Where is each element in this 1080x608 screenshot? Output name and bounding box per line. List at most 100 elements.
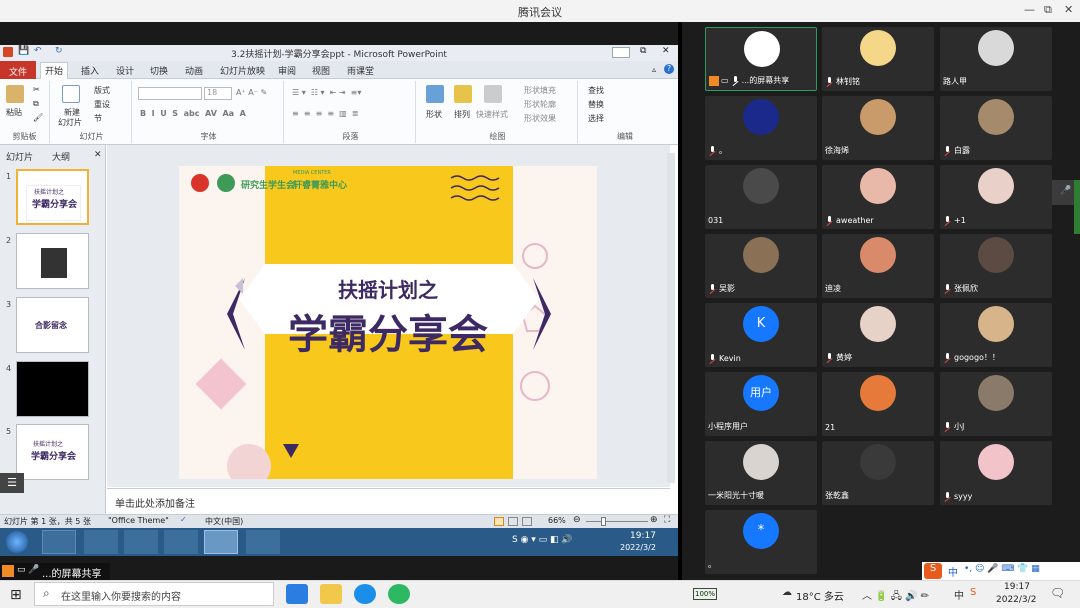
participant-tile[interactable]: 白露: [940, 96, 1052, 160]
find-button[interactable]: 查找: [588, 85, 604, 96]
tray-icons[interactable]: S ◉ ▾ ▭ ◧ 🔊: [512, 535, 573, 545]
app-icon-blue[interactable]: [354, 584, 376, 604]
reset-button[interactable]: 重设: [94, 99, 110, 110]
quick-style-icon[interactable]: [484, 85, 502, 103]
section-button[interactable]: 节: [94, 113, 102, 124]
font-size-select[interactable]: 18: [204, 87, 232, 100]
vertical-scrollbar[interactable]: [667, 153, 675, 483]
taskbar-search[interactable]: ⌕ 在这里输入你要搜索的内容: [34, 582, 274, 606]
replace-button[interactable]: 替换: [588, 99, 604, 110]
tab-file[interactable]: 文件: [0, 61, 36, 79]
clock-date[interactable]: 2022/3/2: [996, 595, 1036, 605]
meeting-taskbar-icon[interactable]: [246, 530, 280, 554]
tray-icons[interactable]: ︿ 🔋 🖧 🔊 ✏: [862, 587, 929, 606]
participant-tile[interactable]: +1: [940, 165, 1052, 229]
select-button[interactable]: 选择: [588, 113, 604, 124]
meeting-app-icon[interactable]: [286, 584, 308, 604]
spellcheck-icon[interactable]: ✓: [180, 515, 187, 524]
font-style-buttons[interactable]: B I U S abc AV Aa A: [140, 109, 246, 118]
explorer-taskbar-icon[interactable]: [84, 530, 118, 554]
participant-tile[interactable]: ▭ ...的屏幕共享: [705, 27, 817, 91]
participant-tile[interactable]: syyy: [940, 441, 1052, 505]
battery-indicator[interactable]: 100%: [693, 588, 717, 600]
participant-tile[interactable]: aweather: [822, 165, 934, 229]
windows-start-icon[interactable]: ⊞: [10, 587, 22, 603]
arrange-icon[interactable]: [454, 85, 472, 103]
shape-fill-button[interactable]: 形状填充: [524, 85, 556, 96]
ime-tray[interactable]: 中: [954, 587, 964, 602]
participant-tile[interactable]: *。: [705, 510, 817, 574]
cut-icon[interactable]: ✂: [33, 85, 40, 94]
new-slide-label[interactable]: 幻灯片: [58, 117, 82, 128]
align-buttons[interactable]: ≡ ≡ ≡ ≡ ▥ ≣: [292, 109, 359, 118]
current-slide[interactable]: 研究生学生会 MEDIA CENTER 轩睿菁雅中心 扶摇计划之 学霸分享会: [179, 166, 597, 479]
participant-tile[interactable]: 吴影: [705, 234, 817, 298]
shapes-icon[interactable]: [426, 85, 444, 103]
weather-text[interactable]: 18°C 多云: [796, 588, 844, 603]
ppt-close-button[interactable]: ✕: [662, 46, 670, 56]
ribbon-collapse-icon[interactable]: ▵: [652, 65, 656, 74]
ppt-restore-button[interactable]: ⧉: [640, 46, 646, 56]
close-button[interactable]: ✕: [1064, 3, 1073, 16]
zoom-in-icon[interactable]: ⊕: [650, 515, 658, 525]
participant-tile[interactable]: K Kevin: [705, 303, 817, 367]
font-name-select[interactable]: [138, 87, 202, 100]
ie-taskbar-icon[interactable]: [42, 530, 76, 554]
slide-thumb-4[interactable]: [16, 361, 89, 417]
tab-animations[interactable]: 动画: [181, 63, 207, 78]
ppt-minimize-button[interactable]: [612, 47, 630, 58]
format-painter-icon[interactable]: 🖌: [33, 113, 43, 122]
tab-design[interactable]: 设计: [112, 63, 138, 78]
shape-outline-button[interactable]: 形状轮廓: [524, 99, 556, 110]
ime-tools[interactable]: •, ☺ 🎤 ⌨ 👕 ▦: [964, 564, 1040, 574]
participant-tile[interactable]: 张佩欣: [940, 234, 1052, 298]
powerpoint-taskbar-icon[interactable]: [204, 530, 238, 554]
mic-off-icon[interactable]: 🎤: [1060, 186, 1071, 196]
tab-slideshow[interactable]: 幻灯片放映: [216, 63, 269, 78]
layout-button[interactable]: 版式: [94, 85, 110, 96]
grow-font-icon[interactable]: A⁺ A⁻ ✎: [236, 88, 267, 97]
tab-view[interactable]: 视图: [308, 63, 334, 78]
notes-pane[interactable]: 单击此处添加备注: [107, 488, 670, 514]
slide-thumb-2[interactable]: [16, 233, 89, 289]
ime-toolbar[interactable]: S 中 •, ☺ 🎤 ⌨ 👕 ▦: [922, 562, 1080, 580]
wechat-icon[interactable]: [388, 584, 410, 604]
participant-tile[interactable]: 一米阳光十寸暖: [705, 441, 817, 505]
participant-tile[interactable]: 用户 小程序用户: [705, 372, 817, 436]
tab-yuketang[interactable]: 雨课堂: [343, 63, 378, 78]
shapes-button[interactable]: 形状: [426, 109, 442, 120]
zoom-out-icon[interactable]: ⊖: [573, 515, 581, 525]
fit-window-icon[interactable]: ⛶: [664, 515, 670, 525]
new-slide-icon[interactable]: [62, 85, 80, 103]
file-explorer-icon[interactable]: [320, 584, 342, 604]
menu-list-icon[interactable]: ☰: [0, 473, 24, 493]
slide-thumb-1[interactable]: 扶摇计划之 学霸分享会: [16, 169, 89, 225]
tab-outline[interactable]: 大纲: [52, 150, 70, 163]
zoom-slider[interactable]: [586, 521, 648, 522]
participant-tile[interactable]: 路人甲: [940, 27, 1052, 91]
quick-style-button[interactable]: 快速样式: [476, 109, 508, 120]
windows-start-icon[interactable]: [6, 531, 28, 553]
zoom-slider-thumb[interactable]: [601, 517, 606, 526]
participant-tile[interactable]: 小J: [940, 372, 1052, 436]
reading-view-icon[interactable]: [522, 517, 532, 526]
list-buttons[interactable]: ☰ ▾ ☷ ▾ ⇤ ⇥ ≡▾: [292, 88, 361, 97]
tab-review[interactable]: 审阅: [274, 63, 300, 78]
sogou-icon[interactable]: S: [924, 563, 942, 579]
paste-button[interactable]: 粘贴: [6, 107, 22, 118]
participant-tile[interactable]: 031: [705, 165, 817, 229]
participant-tile[interactable]: 。: [705, 96, 817, 160]
help-icon[interactable]: ?: [664, 64, 674, 74]
notification-icon[interactable]: 🗨: [1050, 586, 1065, 600]
clock-time[interactable]: 19:17: [1004, 582, 1030, 592]
restore-button[interactable]: ⧉: [1044, 3, 1052, 17]
tab-home[interactable]: 开始: [40, 62, 69, 79]
tab-slides[interactable]: 幻灯片: [6, 150, 33, 163]
normal-view-icon[interactable]: [494, 517, 504, 526]
participant-tile[interactable]: 徐海烯: [822, 96, 934, 160]
paste-icon[interactable]: [6, 85, 24, 103]
close-panel-icon[interactable]: ✕: [94, 150, 102, 160]
media-taskbar-icon[interactable]: [124, 530, 158, 554]
arrange-button[interactable]: 排列: [454, 109, 470, 120]
slide-thumb-3[interactable]: 合影留念: [16, 297, 89, 353]
